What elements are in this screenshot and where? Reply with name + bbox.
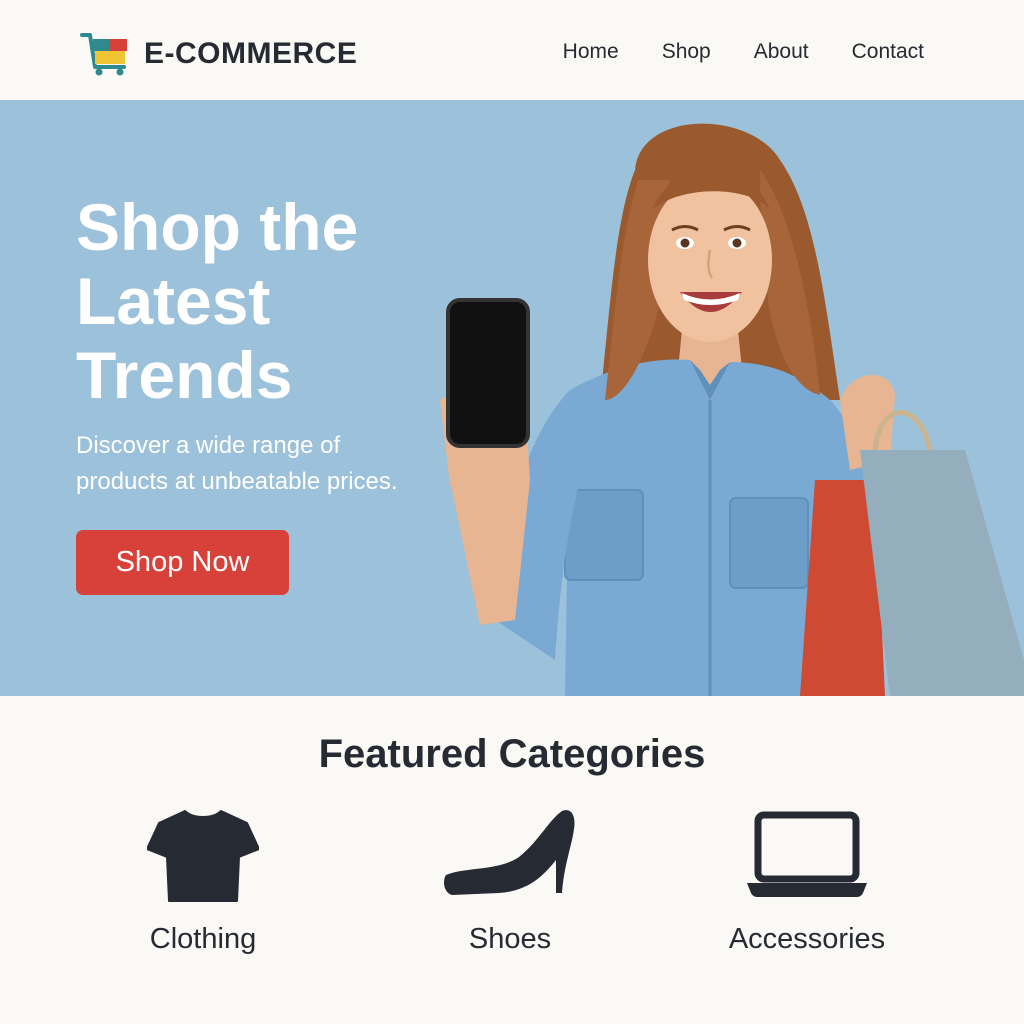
hero-title: Shop the Latest Trends bbox=[76, 190, 456, 412]
tshirt-icon bbox=[147, 810, 259, 902]
category-label: Clothing bbox=[149, 923, 257, 955]
hero-subtitle-line: Discover a wide range of bbox=[76, 432, 341, 459]
hero-subtitle: Discover a wide range of products at unb… bbox=[76, 428, 476, 500]
laptop-icon bbox=[747, 811, 867, 897]
hero-title-line: Trends bbox=[76, 338, 293, 412]
hero-title-line: Shop the bbox=[76, 190, 359, 264]
category-clothing[interactable]: Clothing bbox=[83, 805, 323, 956]
category-label: Shoes bbox=[468, 923, 552, 955]
nav-home[interactable]: Home bbox=[563, 40, 619, 64]
category-accessories[interactable]: Accessories bbox=[687, 805, 927, 956]
featured-categories-title: Featured Categories bbox=[318, 732, 706, 776]
hero-photo bbox=[440, 123, 1024, 696]
hero-banner: Shop the Latest Trends Discover a wide r… bbox=[0, 100, 1024, 696]
brand-logo[interactable]: E-COMMERCE bbox=[80, 32, 357, 76]
shop-now-button[interactable]: Shop Now bbox=[76, 530, 289, 595]
brand-name: E-COMMERCE bbox=[144, 37, 358, 70]
hero-title-line: Latest bbox=[76, 264, 271, 338]
main-nav: Home Shop About Contact bbox=[563, 40, 924, 64]
page: E-COMMERCE Home Shop About Contact Shop … bbox=[0, 0, 1024, 1024]
high-heel-icon bbox=[444, 810, 575, 895]
site-header: E-COMMERCE Home Shop About Contact bbox=[0, 0, 1024, 100]
nav-contact[interactable]: Contact bbox=[852, 40, 924, 64]
category-shoes[interactable]: Shoes bbox=[390, 805, 630, 956]
shopping-cart-icon bbox=[80, 33, 127, 76]
nav-shop[interactable]: Shop bbox=[662, 40, 711, 64]
category-label: Accessories bbox=[728, 923, 886, 955]
hero-subtitle-line: products at unbeatable prices. bbox=[76, 468, 398, 495]
nav-about[interactable]: About bbox=[754, 40, 809, 64]
